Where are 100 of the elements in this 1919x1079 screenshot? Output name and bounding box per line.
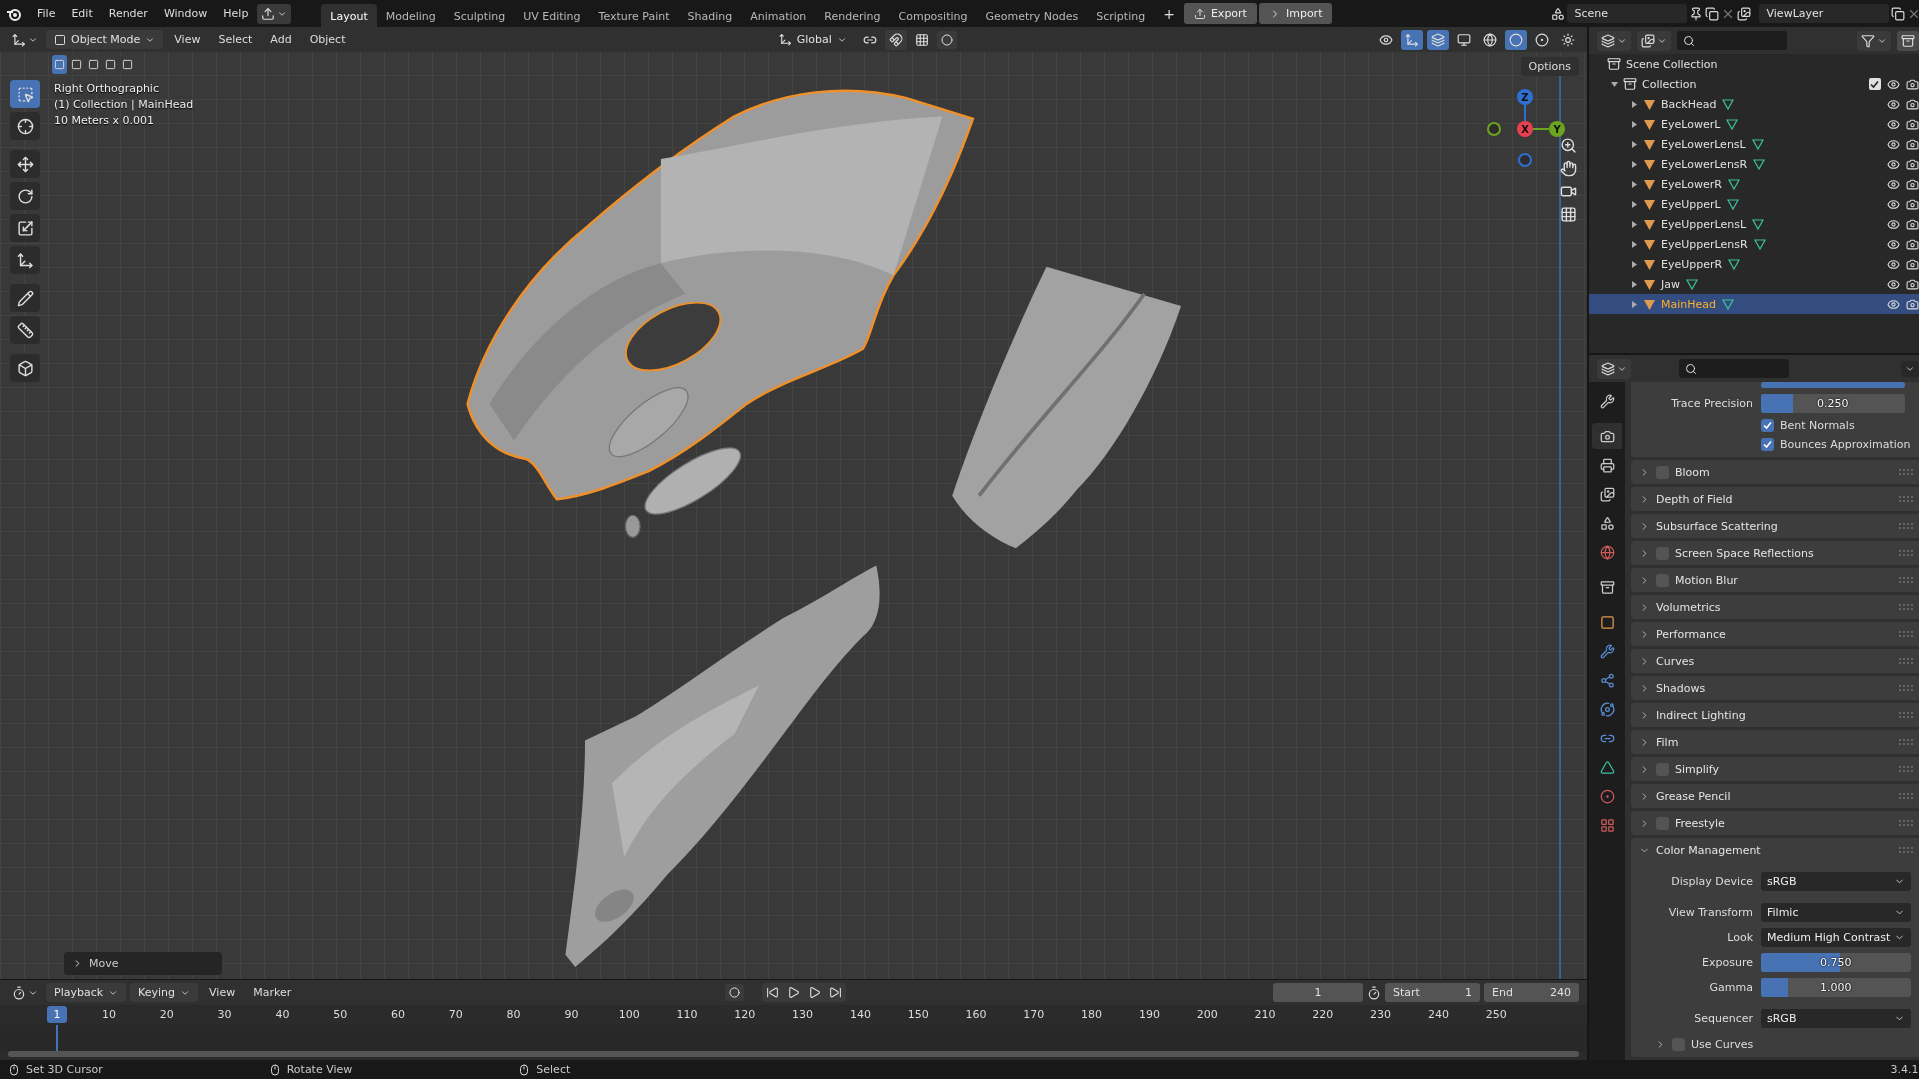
overlay-button[interactable] [1427,29,1449,50]
drag-handle-icon[interactable] [1898,496,1913,502]
orientation-dropdown[interactable]: Global [770,30,855,49]
import-button[interactable]: Import [1258,3,1333,24]
drag-handle-icon[interactable] [1898,820,1913,826]
editor-type-button[interactable] [1637,30,1671,51]
outliner-row[interactable]: EyeUpperLensL [1589,214,1919,234]
playhead[interactable]: 1 [47,1006,67,1023]
new-collection-button[interactable] [1896,30,1919,51]
expand-arrow-right-icon[interactable] [1631,120,1638,128]
outliner-row[interactable]: EyeLowerLensL [1589,134,1919,154]
expand-arrow-right-icon[interactable] [1631,100,1638,108]
options-dropdown[interactable]: Options [1520,57,1579,76]
eye-icon[interactable] [1886,97,1900,111]
slider-fill[interactable] [1761,382,1905,388]
slider-field[interactable]: 1.000 [1761,978,1911,997]
expand-arrow-right-icon[interactable] [1631,280,1638,288]
panel-header[interactable]: Screen Space Reflections [1631,541,1919,565]
menu-item[interactable]: Marker [246,983,299,1002]
export-button[interactable]: Export [1183,3,1257,24]
tool-button[interactable] [10,284,40,312]
search-field[interactable] [1679,359,1789,378]
outliner-row[interactable]: EyeUpperL [1589,194,1919,214]
menu-item[interactable]: View [202,983,243,1002]
images-icon[interactable] [1736,6,1751,21]
eye-icon[interactable] [1886,137,1900,151]
expand-arrow-right-icon[interactable] [1631,140,1638,148]
add-workspace-button[interactable]: + [1156,2,1182,25]
menu-item[interactable]: Window [156,4,215,23]
proportional-button[interactable] [936,30,957,49]
grid-icon[interactable] [1560,206,1577,223]
eye-icon[interactable] [1886,237,1900,251]
panel-header[interactable]: Volumetrics [1631,595,1919,619]
eye-icon[interactable] [1886,297,1900,311]
panel-header[interactable]: Performance [1631,622,1919,646]
panel-header[interactable]: Color Management [1631,838,1919,862]
dropdown[interactable]: sRGB [1761,1009,1911,1028]
drag-handle-icon[interactable] [1898,577,1913,583]
workspace-tab[interactable]: Layout [321,4,377,27]
drag-handle-icon[interactable] [1898,631,1913,637]
workspace-tab[interactable]: Rendering [815,4,890,27]
axis-ball[interactable] [1487,122,1501,136]
eye-icon[interactable] [1886,217,1900,231]
display-mode-button[interactable] [1597,30,1631,51]
panel-header[interactable]: Curves [1631,649,1919,673]
camera-icon[interactable] [1905,177,1919,191]
workspace-tab[interactable]: Animation [741,4,816,27]
eye-icon[interactable] [1886,77,1900,91]
panel-header[interactable]: Motion Blur [1631,568,1919,592]
expand-arrow-right-icon[interactable] [1631,160,1638,168]
upload-button[interactable] [257,3,292,24]
outliner-row[interactable]: EyeUpperLensR [1589,234,1919,254]
eye-icon[interactable] [1886,117,1900,131]
camera-icon[interactable] [1905,217,1919,231]
drag-handle-icon[interactable] [1898,604,1913,610]
camera-icon[interactable] [1905,117,1919,131]
end-frame-field[interactable]: End 240 [1484,983,1579,1002]
outliner-row[interactable]: Jaw [1589,274,1919,294]
checkbox[interactable] [1868,78,1881,90]
checkbox[interactable] [1761,438,1774,451]
panel-header[interactable]: Subsurface Scattering [1631,514,1919,538]
workspace-tab[interactable]: Scripting [1087,4,1155,27]
copy-icon[interactable] [1704,6,1719,21]
menu-item[interactable]: Help [216,4,256,23]
tool-button[interactable] [10,246,40,274]
outliner-row[interactable]: MainHead [1589,294,1919,314]
menu-item[interactable]: View [167,30,208,49]
camera-icon[interactable] [1905,257,1919,271]
zoom-icon[interactable] [1560,137,1577,154]
transport-controls[interactable] [762,983,847,1002]
selection-mode-button[interactable] [69,55,84,74]
eye-icon[interactable] [1886,257,1900,271]
camera-icon[interactable] [1905,157,1919,171]
outliner-row[interactable]: BackHead [1589,94,1919,114]
menu-item[interactable]: Add [263,30,299,49]
drag-handle-icon[interactable] [1898,469,1913,475]
drag-handle-icon[interactable] [1898,712,1913,718]
outliner-row[interactable]: EyeUpperR [1589,254,1919,274]
expand-arrow-right-icon[interactable] [1631,260,1638,268]
scroll-bar[interactable] [8,1051,1579,1057]
workspace-tab[interactable]: Shading [678,4,742,27]
camera-icon[interactable] [1905,277,1919,291]
selection-mode-button[interactable] [52,55,67,74]
axis-ball[interactable] [1518,153,1532,167]
camera-icon[interactable] [1905,97,1919,111]
tool-button[interactable] [10,214,40,242]
panel-header[interactable]: Simplify [1631,757,1919,781]
workspace-tab[interactable]: Geometry Nodes [976,4,1088,27]
outliner-row[interactable]: EyeLowerLensR [1589,154,1919,174]
workspace-tab[interactable]: Texture Paint [589,4,679,27]
solid-shading-button[interactable] [1505,29,1527,50]
camera-icon[interactable] [1905,237,1919,251]
hand-icon[interactable] [1560,160,1577,177]
eye-icon[interactable] [1886,157,1900,171]
eye-icon[interactable] [1886,177,1900,191]
menu-item[interactable]: Render [101,4,155,23]
camera-icon[interactable] [1905,197,1919,211]
outliner-row[interactable]: EyeLowerR [1589,174,1919,194]
expand-arrow-right-icon[interactable] [1631,300,1638,308]
drag-handle-icon[interactable] [1898,847,1913,853]
